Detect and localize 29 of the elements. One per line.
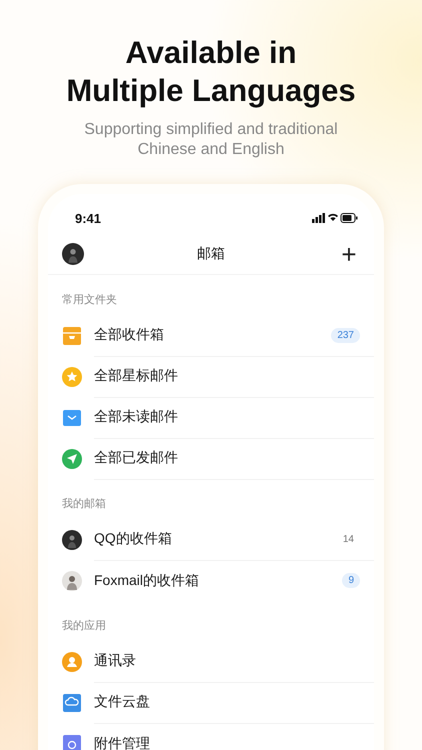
count-label: 14 [342, 532, 355, 546]
folder-label[interactable]: 附件管理 [94, 734, 150, 750]
folder-label[interactable]: QQ的收件箱 [94, 530, 172, 548]
folder-label[interactable]: 全部已发邮件 [94, 449, 178, 467]
folder-label[interactable]: 文件云盘 [94, 693, 150, 711]
headline: Available in Multiple Languages [66, 34, 356, 110]
folder-label[interactable]: 全部收件箱 [94, 326, 164, 344]
folder-label[interactable]: 全部未读邮件 [94, 408, 178, 426]
cloud-icon [62, 692, 82, 712]
avatar-icon [62, 530, 82, 550]
avatar-icon[interactable] [62, 243, 84, 265]
inbox-tray-icon [62, 326, 82, 346]
subtitle: Supporting simplified and traditional Chinese and English [84, 120, 338, 160]
add-button[interactable]: + [338, 243, 360, 265]
count-badge: 237 [331, 328, 360, 342]
folder-label[interactable]: Foxmail的收件箱 [94, 572, 200, 590]
nav-title: 邮箱 [197, 245, 225, 263]
envelope-icon [62, 408, 82, 428]
section-title: 常用文件夹 [61, 292, 118, 308]
section-title: 我的邮箱 [61, 497, 107, 512]
status-time: 9:41 [75, 210, 102, 226]
avatar-icon [62, 570, 82, 590]
folder-label[interactable]: 全部星标邮件 [94, 367, 178, 385]
count-badge: 9 [342, 573, 360, 588]
send-icon [62, 448, 82, 468]
folder-label[interactable]: 通讯录 [94, 652, 136, 670]
section-title: 我的应用 [61, 618, 107, 634]
status-icons [312, 212, 358, 224]
contacts-icon [62, 652, 82, 672]
